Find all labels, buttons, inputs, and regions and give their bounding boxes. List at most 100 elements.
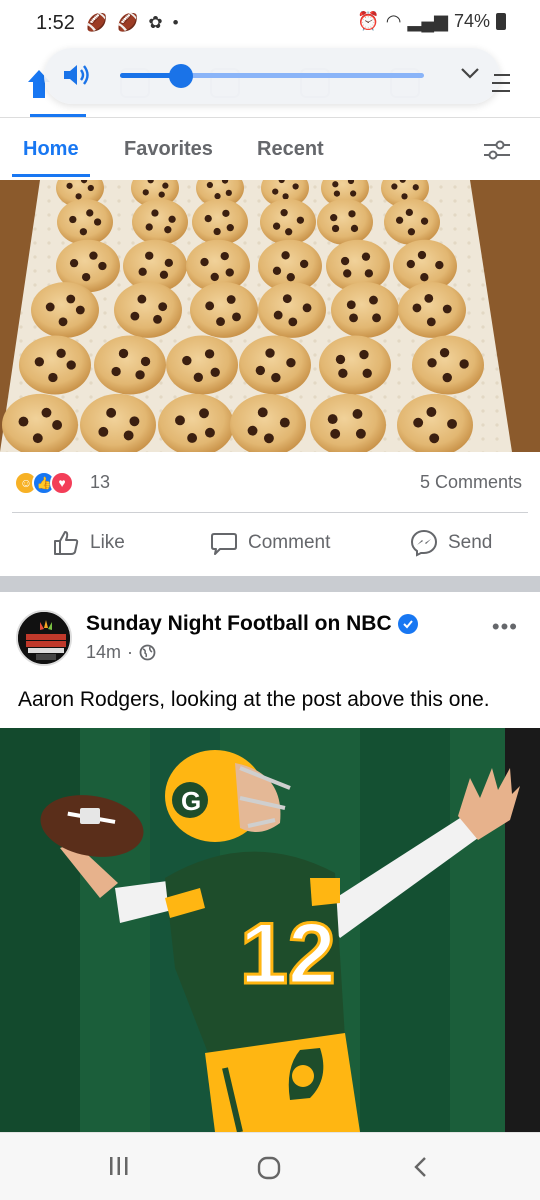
chocolate-chip <box>247 425 258 436</box>
chocolate-chip <box>286 358 296 368</box>
chocolate-chip <box>435 260 444 270</box>
football-player-photo[interactable]: 12 G <box>0 728 540 1132</box>
speaker-icon[interactable] <box>62 62 90 88</box>
chevron-down-icon[interactable] <box>460 66 480 80</box>
chocolate-chip <box>142 189 149 196</box>
chocolate-chip <box>302 303 312 313</box>
like-label: Like <box>90 532 125 553</box>
recent-apps-icon[interactable] <box>108 1155 130 1177</box>
cookies-illustration <box>0 180 540 452</box>
chocolate-chip <box>216 317 225 327</box>
cookies-photo[interactable] <box>0 180 540 452</box>
tab-recent[interactable]: Recent <box>257 138 324 161</box>
page-name[interactable]: Sunday Night Football on NBC <box>86 612 392 636</box>
chocolate-chip <box>273 310 283 320</box>
filter-icon[interactable] <box>482 138 512 162</box>
back-icon[interactable] <box>410 1155 430 1179</box>
feed-separator <box>0 576 540 592</box>
chocolate-chip <box>52 420 63 430</box>
feed-tabs: Home Favorites Recent <box>0 118 540 180</box>
chocolate-chip <box>332 181 339 188</box>
reaction-icons: ☺ 👍 ♥ <box>14 471 74 495</box>
chocolate-chip <box>442 372 452 383</box>
cookie <box>260 199 316 245</box>
chocolate-chip <box>340 256 350 266</box>
chocolate-chip <box>130 311 140 321</box>
like-button[interactable]: Like <box>52 529 125 557</box>
chocolate-chip <box>111 366 121 377</box>
chocolate-chip <box>118 348 129 359</box>
cookie <box>398 282 466 338</box>
chocolate-chip <box>158 191 165 198</box>
home-nav-indicator <box>30 114 86 117</box>
football-player-illustration: 12 G <box>0 728 540 1132</box>
page-name-row[interactable]: Sunday Night Football on NBC <box>86 612 418 636</box>
home-button-icon[interactable] <box>256 1155 282 1181</box>
chocolate-chip <box>225 189 232 196</box>
verified-badge-icon <box>397 614 418 634</box>
chocolate-chip <box>459 359 469 369</box>
cookie <box>239 335 311 395</box>
jersey-number: 12 <box>240 906 336 1002</box>
chocolate-chip <box>442 304 452 314</box>
chocolate-chip <box>164 258 173 268</box>
tab-home[interactable]: Home <box>23 138 79 161</box>
globe-icon <box>139 644 156 661</box>
chocolate-chip <box>86 209 94 217</box>
chocolate-chip <box>263 433 274 444</box>
chocolate-chip <box>204 214 212 223</box>
chocolate-chip <box>87 184 94 192</box>
comment-button[interactable]: Comment <box>210 529 330 557</box>
post-time[interactable]: 14m <box>86 642 121 663</box>
chocolate-chip <box>271 372 281 383</box>
chocolate-chip <box>164 226 172 234</box>
chocolate-chip <box>32 433 43 444</box>
chocolate-chip <box>106 407 117 418</box>
chocolate-chip <box>158 302 168 312</box>
chocolate-chip <box>417 250 427 260</box>
chocolate-chip <box>81 272 91 282</box>
more-options-icon[interactable]: ••• <box>492 614 518 640</box>
chocolate-chip <box>355 428 366 439</box>
comment-label: Comment <box>248 532 331 553</box>
chocolate-chip <box>335 354 346 365</box>
send-button[interactable]: Send <box>410 529 492 557</box>
chocolate-chip <box>280 209 288 217</box>
chocolate-chip <box>45 302 55 312</box>
chocolate-chip <box>257 407 268 418</box>
comment-icon <box>211 533 237 555</box>
chocolate-chip <box>98 426 109 437</box>
signal-icon: ▂▄▆ <box>407 11 448 31</box>
chocolate-chip <box>288 317 298 327</box>
chocolate-chip <box>279 417 290 428</box>
chocolate-chip <box>429 433 440 444</box>
volume-slider-thumb[interactable] <box>168 64 193 88</box>
chocolate-chip <box>162 182 169 189</box>
chocolate-chip <box>412 184 419 191</box>
post-meta: 14m · <box>86 642 156 663</box>
chocolate-chip <box>93 218 102 226</box>
chocolate-chip <box>140 356 151 367</box>
chocolate-chip <box>348 210 356 218</box>
reaction-count[interactable]: 13 <box>90 472 110 493</box>
menu-icon[interactable] <box>490 70 512 96</box>
messenger-icon <box>410 529 438 557</box>
chocolate-chip <box>350 224 359 233</box>
chocolate-chip <box>34 357 45 367</box>
avatar[interactable] <box>16 610 72 666</box>
chocolate-chip <box>66 360 76 370</box>
send-label: Send <box>448 532 493 553</box>
chocolate-chip <box>41 407 52 418</box>
battery-percent: 74% <box>453 11 490 31</box>
chocolate-chip <box>349 313 358 323</box>
cookie <box>412 335 484 395</box>
chocolate-chip <box>282 294 292 304</box>
chocolate-chip <box>153 314 162 324</box>
comments-count[interactable]: 5 Comments <box>420 472 522 493</box>
cookie <box>114 282 182 338</box>
chocolate-chip <box>123 430 134 441</box>
chocolate-chip <box>225 268 234 277</box>
reactions-summary[interactable]: ☺ 👍 ♥ 13 5 Comments <box>0 452 540 512</box>
chocolate-chip <box>272 266 282 275</box>
tab-favorites[interactable]: Favorites <box>124 138 213 161</box>
